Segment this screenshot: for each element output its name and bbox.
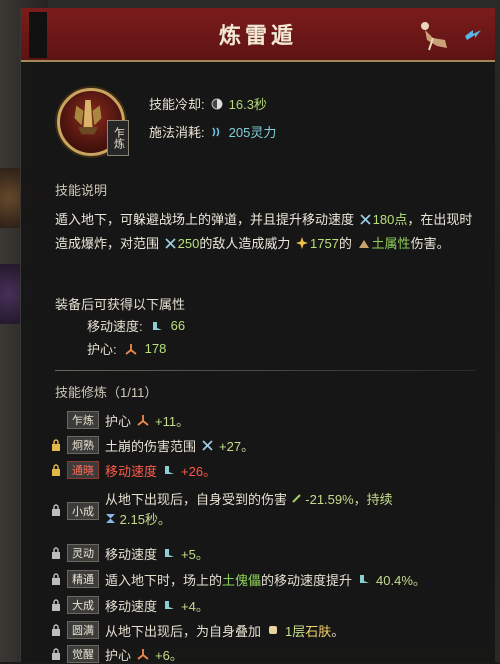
equip-title: 装备后可获得以下属性 [55, 297, 186, 312]
heart-guard-icon [137, 649, 149, 660]
training-text: 护心 [105, 647, 132, 663]
training-tag: 炯熟 [67, 436, 99, 454]
lock-icon [52, 504, 60, 516]
clock-icon [106, 514, 115, 523]
cooldown-label: 技能冷却: [149, 97, 205, 112]
training-value: +26。 [181, 463, 217, 479]
lock-icon [52, 648, 60, 660]
training-value: +4。 [181, 598, 209, 614]
speed-icon [165, 549, 175, 557]
training-value: -21.59%，持续 [305, 492, 393, 507]
power-value: 1757 [309, 236, 339, 251]
title-bar: 炼雷遁 [21, 8, 495, 62]
lock-icon [52, 624, 60, 636]
range-icon [165, 238, 176, 249]
training-text: 从地下出现后，为自身叠加 [105, 623, 262, 639]
training-value: 40.4%。 [376, 572, 426, 588]
speed-icon [152, 321, 162, 330]
power-icon [295, 237, 308, 249]
training-text: 移动速度 [105, 463, 158, 479]
attr-label: 移动速度: [87, 319, 143, 334]
lock-icon [52, 464, 60, 476]
heart-guard-icon [125, 343, 137, 355]
training-text: 遁入地下时，场上的 [105, 572, 223, 588]
dash-icon[interactable] [463, 26, 483, 44]
divider [55, 370, 475, 371]
training-row: 圆满 从地下出现后，为自身叠加 1层 石肤。 [51, 620, 344, 640]
training-row: 觉醒 护心 +6。 [51, 644, 183, 664]
attr-label: 护心: [87, 342, 117, 357]
description-text: 伤害。 [410, 236, 450, 251]
training-tag: 灵动 [67, 544, 99, 562]
training-title: 技能修炼（1/11） [55, 385, 158, 400]
stone-skin-text: 石肤 [305, 623, 332, 639]
training-value: +5。 [181, 546, 209, 562]
cooldown-value: 16.3秒 [228, 97, 267, 112]
description-title: 技能说明 [55, 183, 108, 198]
stack-count: 1层 [285, 623, 306, 639]
heart-guard-icon [137, 415, 149, 426]
speed-icon [165, 466, 175, 474]
skill-description: 遁入地下，可躲避战场上的弹道，并且提升移动速度 180点，在出现时造成爆炸，对范… [55, 208, 475, 256]
skill-title: 炼雷遁 [218, 23, 297, 49]
training-row: 灵动 移动速度 +5。 [51, 543, 209, 563]
training-row: 通晓 移动速度 +26。 [51, 460, 216, 480]
cost-stat: 施法消耗: 205灵力 [149, 122, 276, 141]
training-text: 的移动速度提升 [261, 572, 353, 588]
speed-bonus-value: 180点 [372, 212, 408, 227]
lock-icon [52, 547, 60, 559]
stone-skin-icon [269, 626, 278, 634]
lock-icon [52, 439, 60, 451]
mana-icon [211, 127, 219, 136]
range-value: 250 [177, 236, 200, 251]
training-value: +27。 [219, 438, 255, 454]
cooldown-stat: 技能冷却: 16.3秒 [149, 94, 267, 113]
lock-icon [52, 573, 60, 585]
training-tag: 通晓 [67, 461, 99, 479]
training-value: 2.15秒。 [119, 512, 171, 527]
skill-level-badge: 乍炼 [107, 120, 129, 156]
training-row: 大成 移动速度 +4。 [51, 595, 209, 615]
cost-label: 施法消耗: [149, 125, 205, 140]
range-icon [360, 214, 371, 225]
training-row: 炯熟 土崩的伤害范围 +27。 [51, 435, 254, 455]
training-value: +11。 [155, 413, 190, 429]
earth-element-icon [358, 240, 369, 248]
skill-detail-panel: 炼雷遁 乍炼 技能冷却: 16.3秒 施法消耗: 205灵力 技能说明 遁入地下… [20, 8, 495, 664]
attr-value: 178 [144, 341, 167, 356]
training-row: 精通 遁入地下时，场上的 土傀儡 的移动速度提升 40.4%。 [51, 569, 426, 589]
training-text: 移动速度 [105, 546, 158, 562]
attr-value: 66 [170, 318, 186, 333]
training-value: +6。 [155, 647, 183, 663]
training-tag: 圆满 [67, 621, 99, 639]
speed-icon [165, 601, 175, 609]
training-text: 土崩的伤害范围 [105, 438, 197, 454]
equip-attr-speed: 移动速度: 66 [87, 316, 185, 335]
equip-attr-heart: 护心: 178 [87, 339, 166, 358]
training-row: 乍炼 护心 +11。 [51, 410, 189, 430]
description-text: 的 [338, 236, 352, 251]
training-row: 小成 从地下出现后，自身受到的伤害 -21.59%，持续 2.15秒。 [51, 490, 393, 530]
training-tag: 小成 [67, 502, 99, 520]
element-text: 土属性 [371, 236, 411, 251]
training-tag: 精通 [67, 570, 99, 588]
training-text: 。 [331, 623, 345, 639]
lock-icon [52, 599, 60, 611]
description-text: 的敌人造成威力 [199, 236, 291, 251]
shield-icon [291, 494, 301, 503]
cost-value: 205灵力 [228, 125, 277, 140]
training-text: 从地下出现后，自身受到的伤害 [105, 492, 288, 507]
cooldown-icon [211, 98, 223, 109]
speed-icon [360, 575, 370, 583]
training-tag: 觉醒 [67, 645, 99, 663]
training-tag: 乍炼 [67, 411, 99, 429]
character-icon [421, 22, 447, 51]
training-tag: 大成 [67, 596, 99, 614]
description-text: 遁入地下，可躲避战场上的弹道，并且提升移动速度 [55, 212, 355, 227]
puppet-text: 土傀儡 [222, 572, 262, 588]
training-text: 移动速度 [105, 598, 158, 614]
flag-icon [29, 12, 47, 58]
training-text: 护心 [105, 413, 132, 429]
range-icon [202, 439, 213, 451]
